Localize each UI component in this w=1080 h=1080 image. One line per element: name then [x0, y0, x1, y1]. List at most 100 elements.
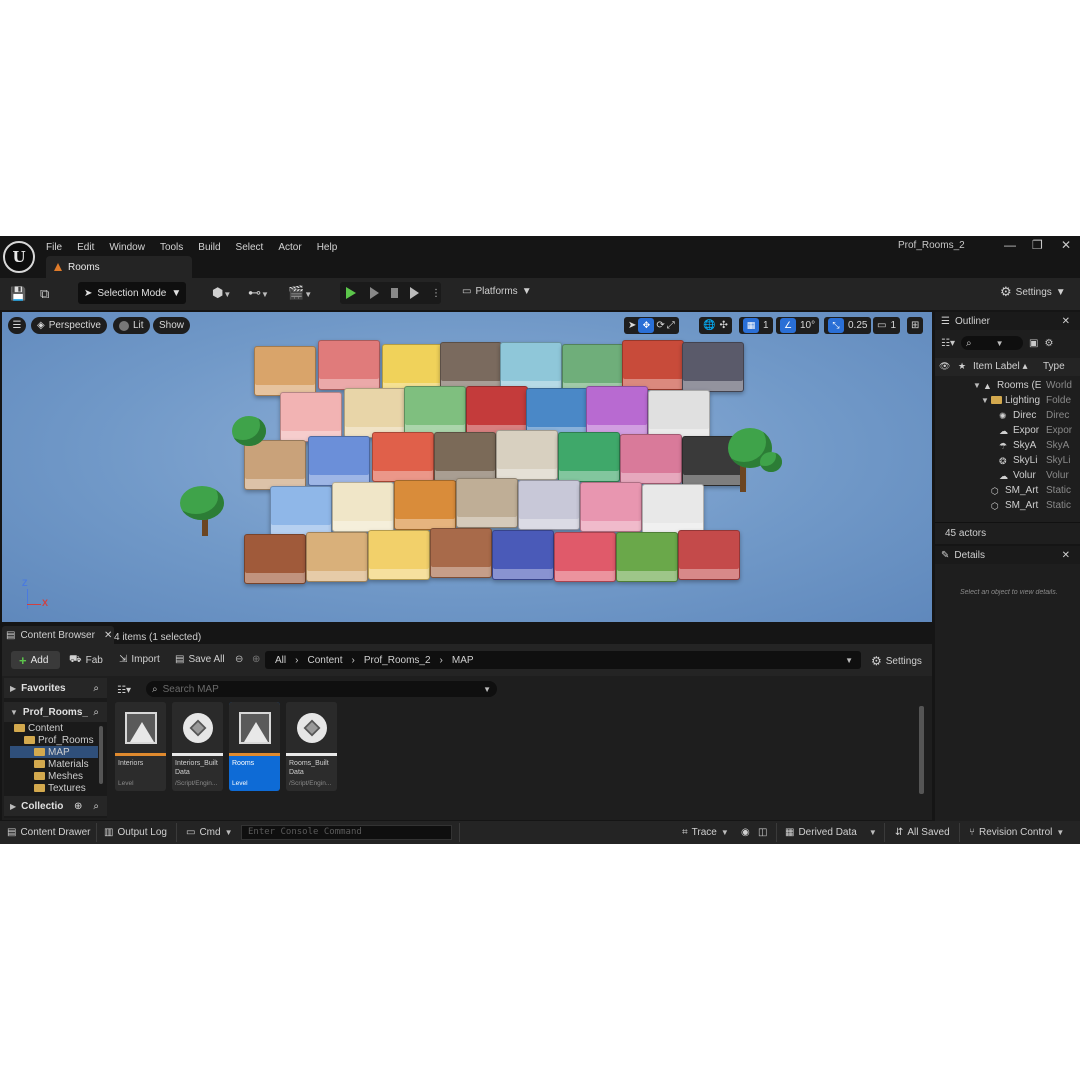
level-viewport[interactable]: ☰ ◈ Perspective Lit Show ➤ ✥ ⟳ ⤢ 🌐 ✣ ▦ 1…: [2, 312, 932, 622]
asset-search-input[interactable]: ⌕ Search MAP ▼: [146, 681, 497, 697]
platforms-dropdown[interactable]: ▭ Platforms ▼: [462, 286, 532, 297]
folder-tree-item[interactable]: Prof_Rooms: [24, 734, 94, 746]
menu-build[interactable]: Build: [198, 242, 220, 253]
record-icon[interactable]: ◉: [741, 827, 750, 838]
column-item-label[interactable]: Item Label ▴: [973, 361, 1028, 372]
derived-data-dropdown[interactable]: ▦ Derived Data ▼: [785, 827, 877, 838]
add-folder-icon[interactable]: ▣: [1029, 338, 1038, 349]
menu-select[interactable]: Select: [236, 242, 264, 253]
breadcrumb-map[interactable]: MAP: [452, 655, 474, 666]
asset-tile[interactable]: Rooms Level: [229, 702, 280, 791]
cinematics-icon[interactable]: 🎬▼: [288, 285, 312, 301]
cmd-dropdown[interactable]: ▭ Cmd ▼: [186, 827, 233, 838]
favorites-header[interactable]: ▶ Favorites ⌕: [4, 678, 107, 698]
search-icon[interactable]: ⌕: [93, 707, 99, 718]
folder-tree-item[interactable]: Materials: [34, 758, 89, 770]
add-button[interactable]: + Add: [11, 651, 60, 669]
content-browser-settings-button[interactable]: ⚙ Settings: [871, 654, 922, 668]
add-collection-icon[interactable]: ⊕: [74, 801, 82, 812]
folder-tree-item[interactable]: Textures: [34, 782, 86, 794]
outliner-row[interactable]: ☂ SkyA SkyA: [935, 438, 1080, 453]
selection-mode-dropdown[interactable]: ➤ Selection Mode ▼: [78, 282, 186, 304]
collections-header[interactable]: ▶ Collectio ⊕ ⌕: [4, 796, 107, 816]
viewport-menu-icon[interactable]: ☰: [8, 317, 26, 334]
chevron-down-icon[interactable]: ▼: [845, 656, 853, 665]
play-icon[interactable]: [346, 287, 356, 299]
outliner-search-input[interactable]: ⌕ ▼: [960, 336, 1023, 350]
menu-actor[interactable]: Actor: [278, 242, 301, 253]
close-icon[interactable]: ✕: [104, 630, 112, 641]
select-tool-icon[interactable]: ➤: [628, 320, 636, 331]
outliner-row[interactable]: ☁ Expor Expor: [935, 423, 1080, 438]
save-all-button[interactable]: ▤ Save All: [175, 654, 225, 665]
camera-speed-button[interactable]: ▭ 1: [873, 317, 901, 334]
close-button[interactable]: ✕: [1061, 238, 1071, 252]
more-options-icon[interactable]: ⋮: [431, 288, 441, 299]
outliner-row[interactable]: ▼ Lighting Folde: [935, 393, 1080, 408]
step-icon[interactable]: [370, 287, 379, 299]
star-icon[interactable]: ★: [958, 361, 966, 372]
all-saved-button[interactable]: ⇵ All Saved: [895, 827, 950, 838]
breadcrumb-content[interactable]: Content: [307, 655, 342, 666]
revision-control-dropdown[interactable]: ⑂ Revision Control ▼: [969, 827, 1064, 838]
show-button[interactable]: Show: [153, 317, 191, 334]
scale-snap-button[interactable]: ⤡ 0.25: [824, 317, 872, 334]
filter-icon[interactable]: ☷▾: [941, 338, 955, 349]
content-browser-tab[interactable]: ▤ Content Browser ✕: [2, 626, 114, 644]
history-back-icon[interactable]: ⊖: [235, 654, 243, 665]
rotate-tool-icon[interactable]: ⟳: [656, 320, 664, 331]
perspective-button[interactable]: ◈ Perspective: [31, 317, 107, 334]
search-icon[interactable]: ⌕: [93, 683, 99, 694]
viewport-layout-icon[interactable]: ⊞: [907, 317, 924, 334]
add-actor-icon[interactable]: ⬢▼: [212, 285, 231, 301]
world-space-icon[interactable]: 🌐: [703, 320, 715, 331]
minimize-button[interactable]: —: [1004, 238, 1016, 252]
tree-scrollbar[interactable]: [99, 726, 103, 784]
menu-edit[interactable]: Edit: [77, 242, 94, 253]
move-tool-icon[interactable]: ✥: [638, 318, 655, 333]
stop-icon[interactable]: [391, 288, 398, 298]
chevron-down-icon[interactable]: ▼: [981, 396, 989, 405]
trace-dropdown[interactable]: ⌗ Trace ▼: [682, 827, 729, 838]
output-log-button[interactable]: ▥ Output Log: [104, 827, 167, 838]
unreal-logo-icon[interactable]: U: [3, 241, 35, 273]
content-drawer-button[interactable]: ▤ Content Drawer: [7, 827, 90, 838]
close-icon[interactable]: ✕: [1062, 316, 1070, 327]
level-document-tab[interactable]: Rooms: [46, 256, 192, 278]
menu-help[interactable]: Help: [317, 242, 338, 253]
console-command-input[interactable]: Enter Console Command: [241, 825, 452, 840]
rotation-snap-button[interactable]: ∠ 10°: [776, 317, 820, 334]
column-type[interactable]: Type: [1043, 361, 1069, 372]
gear-icon[interactable]: ⚙: [1044, 338, 1053, 349]
history-forward-icon[interactable]: ⊕: [252, 654, 260, 665]
surface-snap-icon[interactable]: ✣: [719, 320, 727, 331]
outliner-row[interactable]: ⬡ SM_Art Static: [935, 498, 1080, 513]
toolbar-settings-button[interactable]: ⚙ Settings ▼: [1000, 284, 1066, 300]
asset-tile[interactable]: Interiors_Built Data/Script/Engin...: [172, 702, 223, 791]
visibility-eye-icon[interactable]: 👁: [939, 361, 950, 372]
breadcrumb-project[interactable]: Prof_Rooms_2: [364, 655, 431, 666]
scale-tool-icon[interactable]: ⤢: [667, 320, 675, 331]
asset-tile[interactable]: Interiors Level: [115, 702, 166, 791]
chevron-down-icon[interactable]: ▼: [973, 381, 981, 390]
outliner-row[interactable]: ▼ ▲ Rooms (E World: [935, 378, 1080, 393]
project-header[interactable]: ▼ Prof_Rooms_ ⌕: [4, 702, 107, 722]
menu-file[interactable]: File: [46, 242, 62, 253]
menu-window[interactable]: Window: [109, 242, 145, 253]
import-button[interactable]: ⇲ Import: [119, 654, 160, 665]
eject-icon[interactable]: [410, 287, 419, 299]
breadcrumb-all[interactable]: All: [275, 655, 286, 666]
asset-tile[interactable]: Rooms_Built Data/Script/Engin...: [286, 702, 337, 791]
grid-snap-button[interactable]: ▦ 1: [739, 317, 773, 334]
folder-tree-item[interactable]: Meshes: [34, 770, 83, 782]
search-icon[interactable]: ⌕: [93, 801, 99, 812]
outliner-row[interactable]: ✺ Direc Direc: [935, 408, 1080, 423]
menu-tools[interactable]: Tools: [160, 242, 183, 253]
filter-icon[interactable]: ☷▾: [117, 685, 131, 696]
maximize-button[interactable]: ❐: [1032, 238, 1043, 252]
close-icon[interactable]: ✕: [1062, 550, 1070, 561]
outliner-row[interactable]: ⬡ SM_Art Static: [935, 483, 1080, 498]
browse-content-icon[interactable]: ⧉: [40, 286, 49, 302]
asset-scrollbar[interactable]: [919, 706, 924, 794]
outliner-row[interactable]: ❂ SkyLi SkyLi: [935, 453, 1080, 468]
